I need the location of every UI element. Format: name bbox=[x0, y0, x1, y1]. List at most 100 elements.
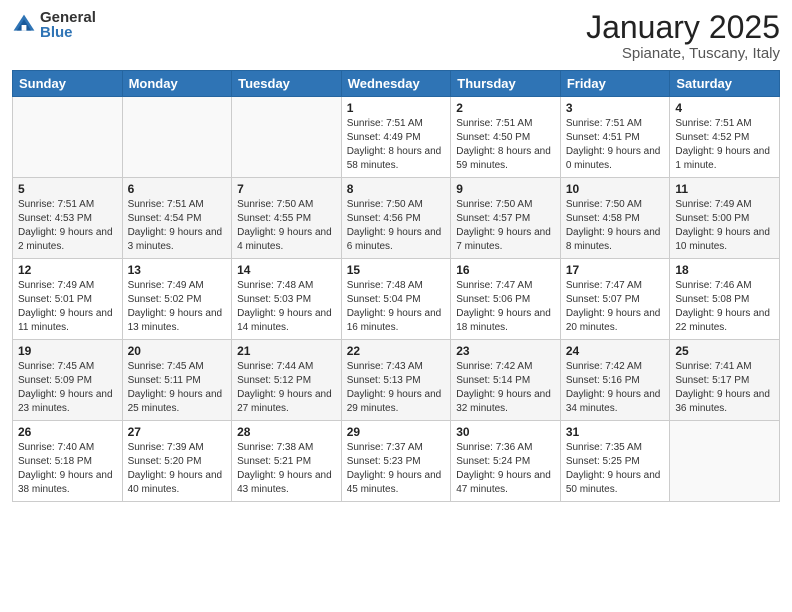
logo: General Blue bbox=[12, 10, 96, 40]
day-number: 3 bbox=[566, 101, 665, 115]
weekday-header-row: SundayMondayTuesdayWednesdayThursdayFrid… bbox=[13, 71, 780, 97]
day-cell: 11 Sunrise: 7:49 AMSunset: 5:00 PMDayligh… bbox=[670, 178, 780, 259]
weekday-header-thursday: Thursday bbox=[451, 71, 561, 97]
day-detail: Sunrise: 7:47 AMSunset: 5:07 PMDaylight:… bbox=[566, 279, 665, 335]
logo-general-text: General bbox=[40, 10, 96, 25]
title-block: January 2025 Spianate, Tuscany, Italy bbox=[586, 10, 780, 62]
logo-icon bbox=[12, 13, 36, 37]
day-number: 1 bbox=[347, 101, 446, 115]
logo-blue-text: Blue bbox=[40, 25, 96, 40]
day-detail: Sunrise: 7:42 AMSunset: 5:14 PMDaylight:… bbox=[456, 360, 555, 416]
day-detail: Sunrise: 7:38 AMSunset: 5:21 PMDaylight:… bbox=[237, 441, 336, 497]
day-cell: 13Sunrise: 7:49 AMSunset: 5:02 PMDayligh… bbox=[122, 259, 232, 340]
day-detail: Sunrise: 7:46 AMSunset: 5:08 PMDaylight:… bbox=[675, 279, 774, 335]
day-number: 27 bbox=[128, 425, 227, 439]
day-number: 7 bbox=[237, 182, 336, 196]
day-cell: 26 Sunrise: 7:40 AMSunset: 5:18 PMDayligh… bbox=[13, 421, 123, 502]
day-number: 10 bbox=[566, 182, 665, 196]
day-detail: Sunrise: 7:49 AMSunset: 5:00 PMDaylight:… bbox=[675, 198, 774, 254]
weekday-header-monday: Monday bbox=[122, 71, 232, 97]
calendar-table: SundayMondayTuesdayWednesdayThursdayFrid… bbox=[12, 70, 780, 502]
day-number: 23 bbox=[456, 344, 555, 358]
day-cell: 31 Sunrise: 7:35 AMSunset: 5:25 PMDayligh… bbox=[560, 421, 670, 502]
day-detail: Sunrise: 7:36 AMSunset: 5:24 PMDaylight:… bbox=[456, 441, 555, 497]
weekday-header-sunday: Sunday bbox=[13, 71, 123, 97]
day-cell: 12Sunrise: 7:49 AMSunset: 5:01 PMDayligh… bbox=[13, 259, 123, 340]
day-number: 11 bbox=[675, 182, 774, 196]
day-detail: Sunrise: 7:39 AMSunset: 5:20 PMDaylight:… bbox=[128, 441, 227, 497]
day-number: 19 bbox=[18, 344, 117, 358]
day-cell: 15 Sunrise: 7:48 AMSunset: 5:04 PMDayligh… bbox=[341, 259, 451, 340]
day-number: 31 bbox=[566, 425, 665, 439]
day-number: 29 bbox=[347, 425, 446, 439]
day-cell: 28Sunrise: 7:38 AMSunset: 5:21 PMDayligh… bbox=[232, 421, 342, 502]
day-number: 8 bbox=[347, 182, 446, 196]
day-cell: 29 Sunrise: 7:37 AMSunset: 5:23 PMDayligh… bbox=[341, 421, 451, 502]
logo-text: General Blue bbox=[40, 10, 96, 40]
day-cell: 24 Sunrise: 7:42 AMSunset: 5:16 PMDayligh… bbox=[560, 340, 670, 421]
day-cell: 9Sunrise: 7:50 AMSunset: 4:57 PMDaylight… bbox=[451, 178, 561, 259]
day-detail: Sunrise: 7:51 AMSunset: 4:54 PMDaylight:… bbox=[128, 198, 227, 254]
day-detail: Sunrise: 7:51 AMSunset: 4:49 PMDaylight:… bbox=[347, 117, 446, 173]
day-cell bbox=[232, 97, 342, 178]
day-detail: Sunrise: 7:35 AMSunset: 5:25 PMDaylight:… bbox=[566, 441, 665, 497]
day-detail: Sunrise: 7:40 AMSunset: 5:18 PMDaylight:… bbox=[18, 441, 117, 497]
day-cell: 3Sunrise: 7:51 AMSunset: 4:51 PMDaylight… bbox=[560, 97, 670, 178]
day-number: 20 bbox=[128, 344, 227, 358]
day-detail: Sunrise: 7:37 AMSunset: 5:23 PMDaylight:… bbox=[347, 441, 446, 497]
day-cell: 8 Sunrise: 7:50 AMSunset: 4:56 PMDaylight… bbox=[341, 178, 451, 259]
day-number: 21 bbox=[237, 344, 336, 358]
day-number: 14 bbox=[237, 263, 336, 277]
day-number: 6 bbox=[128, 182, 227, 196]
day-cell: 6 Sunrise: 7:51 AMSunset: 4:54 PMDaylight… bbox=[122, 178, 232, 259]
day-cell: 14 Sunrise: 7:48 AMSunset: 5:03 PMDayligh… bbox=[232, 259, 342, 340]
day-detail: Sunrise: 7:51 AMSunset: 4:50 PMDaylight:… bbox=[456, 117, 555, 173]
day-detail: Sunrise: 7:45 AMSunset: 5:11 PMDaylight:… bbox=[128, 360, 227, 416]
day-detail: Sunrise: 7:50 AMSunset: 4:58 PMDaylight:… bbox=[566, 198, 665, 254]
day-detail: Sunrise: 7:50 AMSunset: 4:55 PMDaylight:… bbox=[237, 198, 336, 254]
day-cell: 27 Sunrise: 7:39 AMSunset: 5:20 PMDayligh… bbox=[122, 421, 232, 502]
day-number: 18 bbox=[675, 263, 774, 277]
weekday-header-saturday: Saturday bbox=[670, 71, 780, 97]
month-title: January 2025 bbox=[586, 10, 780, 45]
day-cell: 18 Sunrise: 7:46 AMSunset: 5:08 PMDayligh… bbox=[670, 259, 780, 340]
page-header: General Blue January 2025 Spianate, Tusc… bbox=[12, 10, 780, 62]
week-row-3: 12Sunrise: 7:49 AMSunset: 5:01 PMDayligh… bbox=[13, 259, 780, 340]
day-number: 17 bbox=[566, 263, 665, 277]
day-detail: Sunrise: 7:44 AMSunset: 5:12 PMDaylight:… bbox=[237, 360, 336, 416]
day-number: 9 bbox=[456, 182, 555, 196]
day-detail: Sunrise: 7:43 AMSunset: 5:13 PMDaylight:… bbox=[347, 360, 446, 416]
day-detail: Sunrise: 7:51 AMSunset: 4:52 PMDaylight:… bbox=[675, 117, 774, 173]
day-number: 15 bbox=[347, 263, 446, 277]
week-row-5: 26 Sunrise: 7:40 AMSunset: 5:18 PMDayligh… bbox=[13, 421, 780, 502]
day-cell: 17 Sunrise: 7:47 AMSunset: 5:07 PMDayligh… bbox=[560, 259, 670, 340]
day-detail: Sunrise: 7:45 AMSunset: 5:09 PMDaylight:… bbox=[18, 360, 117, 416]
day-cell: 4 Sunrise: 7:51 AMSunset: 4:52 PMDaylight… bbox=[670, 97, 780, 178]
day-detail: Sunrise: 7:51 AMSunset: 4:53 PMDaylight:… bbox=[18, 198, 117, 254]
day-number: 22 bbox=[347, 344, 446, 358]
day-cell: 20 Sunrise: 7:45 AMSunset: 5:11 PMDayligh… bbox=[122, 340, 232, 421]
day-number: 16 bbox=[456, 263, 555, 277]
location-subtitle: Spianate, Tuscany, Italy bbox=[586, 45, 780, 62]
day-cell: 5 Sunrise: 7:51 AMSunset: 4:53 PMDaylight… bbox=[13, 178, 123, 259]
day-detail: Sunrise: 7:49 AMSunset: 5:02 PMDaylight:… bbox=[128, 279, 227, 335]
week-row-1: 1 Sunrise: 7:51 AMSunset: 4:49 PMDaylight… bbox=[13, 97, 780, 178]
day-cell: 10 Sunrise: 7:50 AMSunset: 4:58 PMDayligh… bbox=[560, 178, 670, 259]
day-detail: Sunrise: 7:48 AMSunset: 5:03 PMDaylight:… bbox=[237, 279, 336, 335]
day-cell: 7 Sunrise: 7:50 AMSunset: 4:55 PMDaylight… bbox=[232, 178, 342, 259]
day-number: 24 bbox=[566, 344, 665, 358]
day-cell: 30Sunrise: 7:36 AMSunset: 5:24 PMDayligh… bbox=[451, 421, 561, 502]
day-cell: 16Sunrise: 7:47 AMSunset: 5:06 PMDayligh… bbox=[451, 259, 561, 340]
day-detail: Sunrise: 7:42 AMSunset: 5:16 PMDaylight:… bbox=[566, 360, 665, 416]
day-number: 4 bbox=[675, 101, 774, 115]
day-number: 26 bbox=[18, 425, 117, 439]
day-detail: Sunrise: 7:50 AMSunset: 4:56 PMDaylight:… bbox=[347, 198, 446, 254]
week-row-4: 19 Sunrise: 7:45 AMSunset: 5:09 PMDayligh… bbox=[13, 340, 780, 421]
day-detail: Sunrise: 7:41 AMSunset: 5:17 PMDaylight:… bbox=[675, 360, 774, 416]
day-detail: Sunrise: 7:48 AMSunset: 5:04 PMDaylight:… bbox=[347, 279, 446, 335]
day-number: 2 bbox=[456, 101, 555, 115]
day-number: 5 bbox=[18, 182, 117, 196]
day-cell: 23 Sunrise: 7:42 AMSunset: 5:14 PMDayligh… bbox=[451, 340, 561, 421]
week-row-2: 5 Sunrise: 7:51 AMSunset: 4:53 PMDaylight… bbox=[13, 178, 780, 259]
day-detail: Sunrise: 7:49 AMSunset: 5:01 PMDaylight:… bbox=[18, 279, 117, 335]
